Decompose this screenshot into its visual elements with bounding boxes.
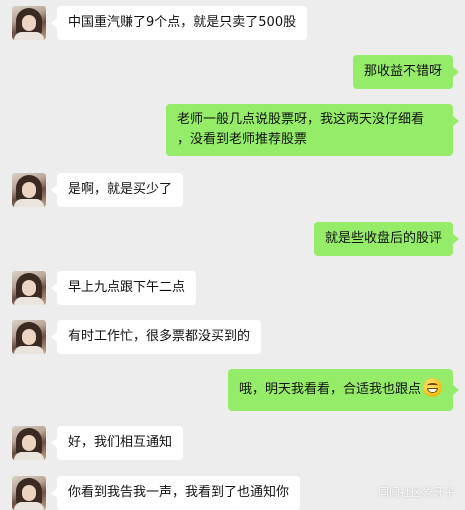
grinning-face-emoji-icon xyxy=(423,378,442,397)
message-text: 那收益不错呀 xyxy=(363,64,442,79)
message-bubble-received[interactable]: 好，我们相互通知 xyxy=(57,426,184,460)
contact-avatar[interactable] xyxy=(12,173,46,207)
message-text-line: 老师一般几点说股票呀，我这两天没仔细看 xyxy=(177,112,425,127)
contact-avatar[interactable] xyxy=(12,6,46,40)
message-bubble-sent[interactable]: 哦，明天我看看，合适我也跟点 xyxy=(227,369,453,411)
message-bubble-received[interactable]: 你看到我告我一声，我看到了也通知你 xyxy=(57,476,301,510)
message-text: 是啊，就是买少了 xyxy=(68,182,173,197)
message-bubble-received[interactable]: 是啊，就是买少了 xyxy=(57,173,184,207)
message-bubble-sent[interactable]: 老师一般几点说股票呀，我这两天没仔细看 ，没看到老师推荐股票 xyxy=(166,104,453,156)
message-text: 有时工作忙，很多票都没买到的 xyxy=(68,329,251,344)
message-bubble-received[interactable]: 有时工作忙，很多票都没买到的 xyxy=(57,320,262,354)
watermark: 同闻社区象牙子 xyxy=(378,486,455,499)
message-text-line: ，没看到老师推荐股票 xyxy=(177,132,308,147)
message-bubble-sent[interactable]: 就是些收盘后的股评 xyxy=(313,222,453,256)
message-bubble-received[interactable]: 早上九点跟下午二点 xyxy=(57,271,197,305)
message-bubble-sent[interactable]: 那收益不错呀 xyxy=(352,55,453,89)
message-text: 中国重汽赚了9个点，就是只卖了500股 xyxy=(68,15,297,30)
message-text: 就是些收盘后的股评 xyxy=(324,231,442,246)
message-text: 早上九点跟下午二点 xyxy=(68,280,186,295)
message-text: 好，我们相互通知 xyxy=(68,435,173,450)
contact-avatar[interactable] xyxy=(12,271,46,305)
message-text: 你看到我告我一声，我看到了也通知你 xyxy=(68,485,290,500)
contact-avatar[interactable] xyxy=(12,426,46,460)
message-bubble-received[interactable]: 中国重汽赚了9个点，就是只卖了500股 xyxy=(57,6,308,40)
contact-avatar[interactable] xyxy=(12,320,46,354)
contact-avatar[interactable] xyxy=(12,476,46,510)
message-text: 哦，明天我看看，合适我也跟点 xyxy=(238,382,421,397)
